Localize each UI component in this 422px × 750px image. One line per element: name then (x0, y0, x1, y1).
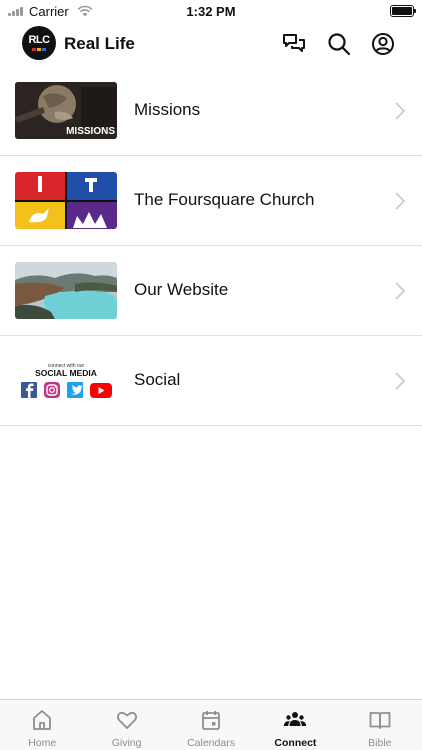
account-icon[interactable] (370, 31, 396, 57)
status-time: 1:32 PM (186, 3, 236, 19)
tab-giving[interactable]: Giving (84, 700, 168, 750)
chat-icon[interactable] (281, 31, 307, 57)
tab-label: Giving (111, 737, 142, 749)
tab-calendars[interactable]: Calendars (169, 700, 253, 750)
chevron-right-icon (395, 192, 406, 210)
website-thumbnail (15, 262, 117, 319)
calendar-icon (202, 711, 220, 730)
people-icon (284, 712, 307, 726)
foursquare-thumbnail (15, 172, 117, 229)
list-item-social[interactable]: connect with our SOCIAL MEDIA Social (0, 336, 422, 426)
tab-home[interactable]: Home (0, 700, 84, 750)
list-item-foursquare[interactable]: The Foursquare Church (0, 156, 422, 246)
chevron-right-icon (395, 372, 406, 390)
missions-thumb-text: MISSIONS (66, 126, 115, 137)
chevron-right-icon (395, 102, 406, 120)
tab-label: Bible (368, 737, 392, 749)
battery-icon (390, 5, 416, 17)
tab-bible[interactable]: Bible (338, 700, 422, 750)
tab-bar: Home Giving Calendars Connect Bible (0, 699, 422, 750)
tab-label: Connect (274, 737, 317, 749)
app-logo: RLC (22, 26, 56, 60)
home-icon (33, 710, 52, 730)
missions-thumbnail: MISSIONS (15, 82, 117, 139)
list-item-label: Our Website (134, 280, 229, 299)
list-item-label: Missions (134, 100, 201, 119)
app-header: RLC Real Life (0, 22, 422, 66)
status-bar: Carrier 1:32 PM (0, 0, 422, 22)
list-item-website[interactable]: Our Website (0, 246, 422, 336)
tab-label: Home (28, 737, 57, 749)
tab-connect[interactable]: Connect (253, 700, 337, 750)
twitter-icon (67, 382, 83, 398)
tab-label: Calendars (187, 737, 235, 749)
logo-dots (32, 48, 46, 51)
list-item-label: Social (134, 370, 181, 389)
social-thumbnail: connect with our SOCIAL MEDIA (15, 352, 117, 409)
facebook-icon (21, 382, 37, 398)
connect-list: MISSIONS Missions The Foursquare Church (0, 66, 422, 426)
list-item-missions[interactable]: MISSIONS Missions (0, 66, 422, 156)
search-icon[interactable] (326, 31, 352, 57)
app-title: Real Life (64, 34, 135, 53)
logo-text: RLC (28, 34, 50, 46)
youtube-icon (90, 383, 112, 398)
chevron-right-icon (395, 282, 406, 300)
instagram-icon (44, 382, 60, 398)
book-icon (369, 712, 391, 729)
social-thumb-title: SOCIAL MEDIA (35, 368, 97, 378)
list-item-label: The Foursquare Church (134, 190, 315, 209)
heart-icon (116, 711, 137, 729)
